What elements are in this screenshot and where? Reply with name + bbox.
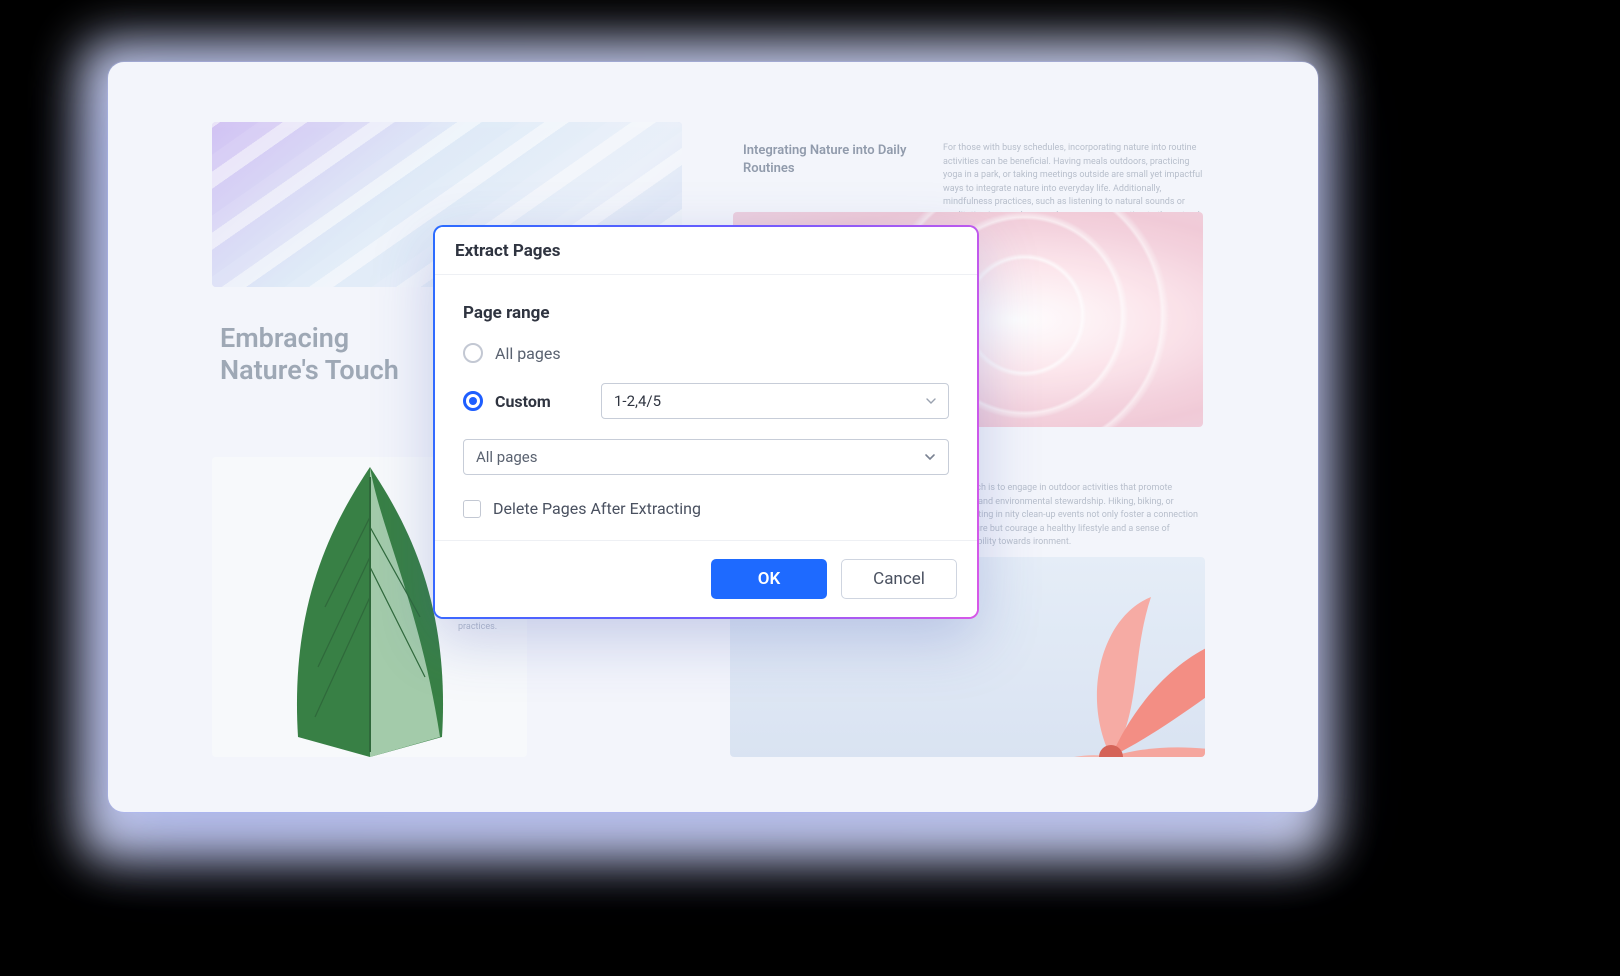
page-range-label: Page range	[463, 303, 949, 323]
section-heading: Integrating Nature into Daily Routines	[743, 142, 923, 178]
delete-after-extract-checkbox[interactable]	[463, 500, 481, 518]
radio-custom-label: Custom	[495, 392, 551, 411]
pages-dropdown[interactable]: All pages	[463, 439, 949, 475]
pages-dropdown-value: All pages	[476, 448, 538, 466]
cancel-button[interactable]: Cancel	[841, 559, 957, 599]
app-window: Embracing Nature's Touch Integrating Nat…	[108, 62, 1318, 812]
custom-range-input[interactable]: 1-2,4/5	[601, 383, 949, 419]
radio-all-pages[interactable]	[463, 343, 483, 363]
document-title: Embracing Nature's Touch	[220, 322, 399, 387]
chevron-down-icon	[926, 396, 936, 406]
dialog-title: Extract Pages	[435, 227, 977, 275]
chevron-down-icon	[924, 451, 936, 463]
custom-range-value: 1-2,4/5	[614, 392, 661, 410]
extract-pages-dialog: Extract Pages Page range All pages Custo…	[433, 225, 979, 619]
radio-custom[interactable]	[463, 391, 483, 411]
radio-all-pages-label: All pages	[495, 344, 561, 363]
section-paragraph-2: r approach is to engage in outdoor activ…	[943, 482, 1203, 550]
ok-button[interactable]: OK	[711, 559, 827, 599]
delete-after-extract-label: Delete Pages After Extracting	[493, 499, 701, 518]
practices-label: practices.	[458, 622, 497, 632]
